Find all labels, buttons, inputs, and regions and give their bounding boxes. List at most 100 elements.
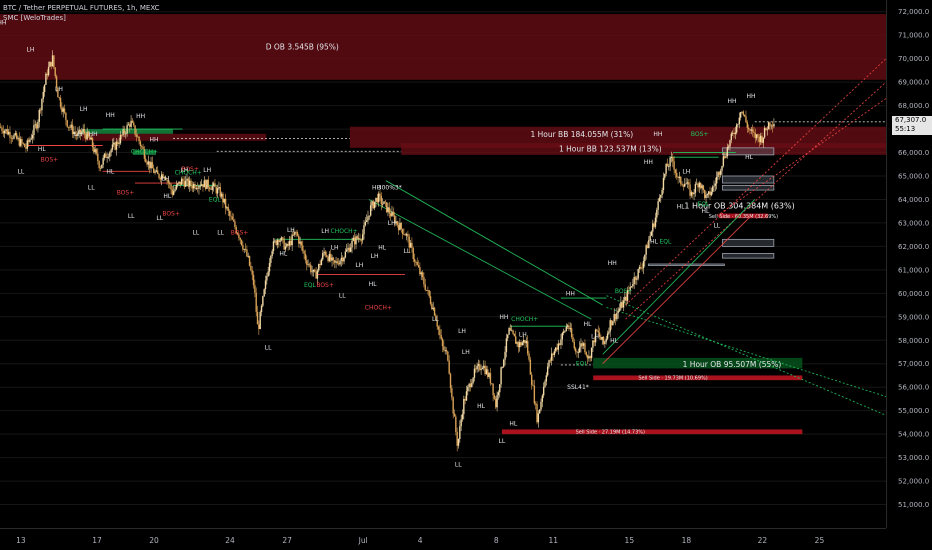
candle-body [22,143,24,144]
candle-body [344,251,347,258]
candlestick-chart[interactable]: D OB 3.545B (95%) 1 Hour BB 184.055M (31%… [0,0,932,550]
candle-body [70,124,72,128]
candle-body [709,191,711,196]
candle-body [403,234,405,235]
candle-body [6,129,9,135]
candle-body [505,338,508,352]
candle-body [58,97,60,99]
candle-body [147,161,150,165]
structure-label: HH [89,131,98,138]
structure-label: LL [455,462,462,469]
candle-body [693,192,695,195]
candle-body [685,183,687,185]
candle-body [234,221,236,228]
candle-body [286,243,288,247]
candle-body [183,181,186,187]
candle-body [702,185,705,191]
candle-body [549,360,552,362]
candle-body [174,189,176,192]
structure-label: LL [713,222,720,229]
candle-body [706,194,709,196]
candle-body [182,178,184,182]
candle-body [605,338,607,342]
candle-body [570,328,573,338]
candle-body [342,257,344,262]
candle-body [25,147,27,149]
candle-body [592,340,594,348]
candle-body [135,134,138,137]
candle-body [644,254,646,262]
candle-body [330,253,332,261]
candle-body [122,129,124,136]
candle-body [576,351,578,353]
structure-label: LH [355,262,363,269]
symbol-title: BTC / Tether PERPETUAL FUTURES, 1h, MEXC [3,4,160,12]
candle-body [71,124,74,134]
candle-body [750,129,752,131]
candle-body [741,111,743,113]
structure-label: HL [677,204,686,211]
structure-label: LH [331,245,339,252]
candle-body [198,185,200,189]
candle-body [187,178,190,187]
candle-body [417,264,420,268]
candle-body [657,201,659,210]
structure-label: HL [509,421,518,428]
candle-body [624,296,626,301]
candle-body [291,234,293,246]
candle-body [606,333,609,339]
candle-body [375,197,377,202]
candle-body [625,296,627,301]
candle-body [314,269,316,272]
candle-body [287,243,289,246]
candle-body [408,236,410,248]
candle-body [54,67,56,77]
zone-label: 1 Hour BB 184.055M (31%) [530,130,633,139]
candle-body [231,216,233,220]
candle-body [413,259,416,262]
candle-body [481,367,484,369]
candle-body [118,143,120,145]
structure-label: HH [644,159,653,166]
candle-body [501,366,504,368]
y-tick-label: 59,000.0 [898,313,929,321]
candle-body [372,201,375,209]
candle-body [730,133,733,141]
candle-body [251,270,253,275]
candle-body [620,302,622,309]
structure-label: LL [128,213,135,220]
candle-body [106,157,108,159]
candle-body [98,161,100,169]
candle-body [662,177,665,191]
liquidity-zone [81,133,267,141]
candle-body [415,261,417,263]
candle-body [409,242,412,248]
candle-body [204,180,207,189]
candle-body [359,238,361,241]
candle-body [511,330,513,332]
candle-body [351,240,353,248]
candle-body [212,183,215,187]
candle-body [766,129,768,131]
candle-body [396,221,398,225]
candle-body [554,347,557,352]
candle-body [46,73,48,76]
candle-body [569,328,571,330]
candle-body [222,193,224,203]
candle-body [228,211,231,216]
candle-body [361,234,364,241]
x-tick-label: 24 [225,536,235,545]
structure-label: BOS+ [231,229,249,236]
structure-label: HH [608,260,617,267]
structure-label: BOS+ [117,189,135,196]
candle-body [536,403,538,423]
candle-body [226,207,228,209]
structure-label: HL [584,321,593,328]
x-tick-label: 25 [815,536,825,545]
candle-body [252,274,255,286]
candle-body [668,166,670,168]
candle-body [45,73,47,85]
candle-body [686,182,689,184]
candle-body [67,126,70,128]
candle-body [347,247,349,250]
